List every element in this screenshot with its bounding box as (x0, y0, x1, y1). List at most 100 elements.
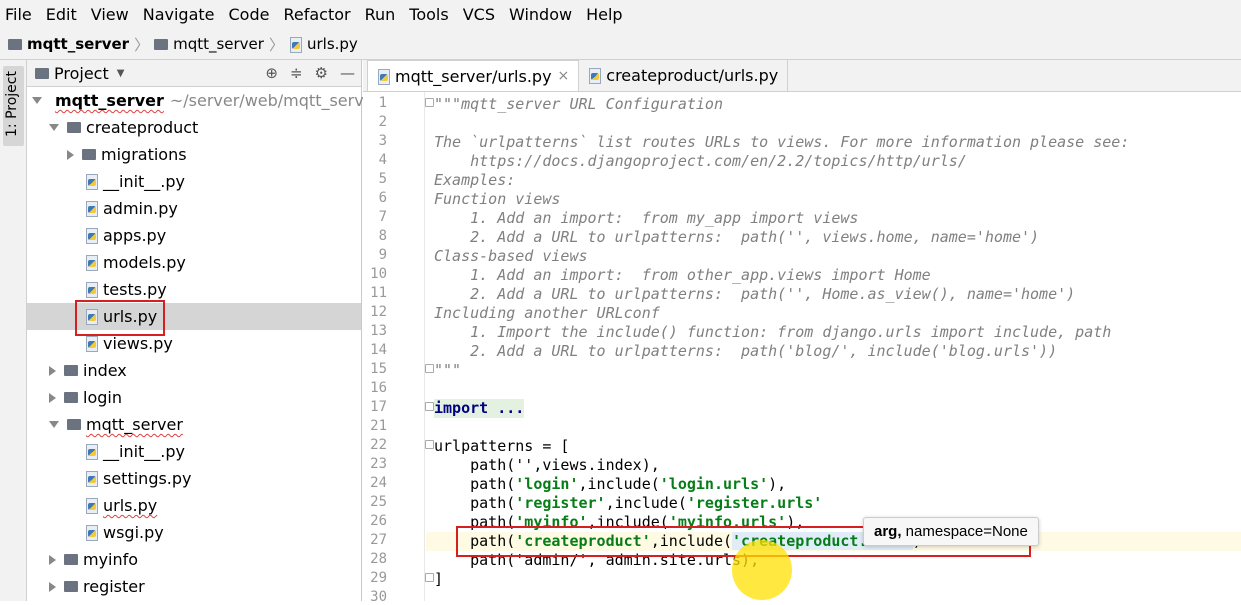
project-tool-tab[interactable]: 1: Project (3, 66, 24, 146)
line-number: 6 (378, 190, 387, 206)
menu-window[interactable]: Window (509, 5, 572, 24)
code-line: path('',views.index), (434, 456, 660, 474)
code-line: Class-based views (434, 247, 588, 265)
fold-icon[interactable] (425, 440, 434, 449)
tree-folder-register[interactable]: register (27, 573, 361, 600)
tree-file[interactable]: __init__.py (27, 438, 361, 465)
expand-arrow-icon[interactable] (49, 421, 59, 428)
python-file-icon (85, 255, 98, 271)
collapse-arrow-icon[interactable] (49, 365, 56, 376)
code-line: """mqtt_server URL Configuration (434, 95, 723, 113)
line-number: 17 (370, 399, 387, 415)
line-number: 5 (378, 171, 387, 187)
menu-refactor[interactable]: Refactor (283, 5, 350, 24)
collapse-arrow-icon[interactable] (49, 392, 56, 403)
line-number: 28 (370, 551, 387, 567)
minimize-icon[interactable]: — (340, 64, 355, 82)
line-number: 14 (370, 342, 387, 358)
locate-icon[interactable]: ⊕ (265, 64, 278, 82)
code-line: Function views (434, 190, 561, 208)
menu-tools[interactable]: Tools (409, 5, 448, 24)
collapse-arrow-icon[interactable] (49, 554, 56, 565)
python-file-icon (85, 498, 98, 514)
tree-root[interactable]: mqtt_server ~/server/web/mqtt_server (27, 87, 380, 114)
menu-code[interactable]: Code (229, 5, 270, 24)
tree-folder-index[interactable]: index (27, 357, 361, 384)
collapse-arrow-icon[interactable] (67, 149, 74, 160)
project-tree: mqtt_server ~/server/web/mqtt_server crea… (27, 87, 380, 600)
menu-edit[interactable]: Edit (46, 5, 77, 24)
code-line: ] (434, 570, 444, 588)
code-line: path('register',include('register.urls' (434, 494, 823, 512)
code-area[interactable]: 1 2 3 4 5 6 7 8 9 10 11 12 13 14 15 16 1… (363, 92, 1241, 605)
tab-mqtt-server-urls[interactable]: mqtt_server/urls.py × (367, 60, 580, 91)
python-file-icon (85, 336, 98, 352)
tab-createproduct-urls[interactable]: createproduct/urls.py (579, 60, 789, 91)
line-number: 26 (370, 513, 387, 529)
code-line: Examples: (434, 171, 516, 189)
python-file-icon (85, 228, 98, 244)
menu-view[interactable]: View (91, 5, 129, 24)
menu-navigate[interactable]: Navigate (143, 5, 215, 24)
menu-run[interactable]: Run (365, 5, 396, 24)
python-file-icon (85, 471, 98, 487)
breadcrumb-file[interactable]: urls.py (289, 35, 358, 53)
tree-file[interactable]: apps.py (27, 222, 361, 249)
code-line: Including another URLconf (434, 304, 660, 322)
code-line: 1. Add an import: from other_app.views i… (434, 266, 931, 284)
close-icon[interactable]: × (558, 68, 570, 84)
line-number: 2 (378, 114, 387, 130)
menu-help[interactable]: Help (586, 5, 622, 24)
line-number: 8 (378, 228, 387, 244)
tree-file[interactable]: wsgi.py (27, 519, 361, 546)
tree-folder-myinfo[interactable]: myinfo (27, 546, 361, 573)
python-file-icon (85, 444, 98, 460)
line-number: 11 (370, 285, 387, 301)
tree-folder-login[interactable]: login (27, 384, 361, 411)
python-file-icon (85, 201, 98, 217)
menu-vcs[interactable]: VCS (463, 5, 495, 24)
line-number: 22 (370, 437, 387, 453)
editor: mqtt_server/urls.py × createproduct/urls.… (363, 60, 1241, 605)
expand-arrow-icon[interactable] (32, 97, 42, 104)
tree-file[interactable]: models.py (27, 249, 361, 276)
line-number: 12 (370, 304, 387, 320)
line-number: 10 (370, 266, 387, 282)
chevron-down-icon[interactable]: ▼ (117, 68, 125, 79)
gear-icon[interactable]: ⚙ (315, 64, 328, 82)
fold-icon[interactable] (425, 98, 434, 107)
fold-icon[interactable] (425, 402, 434, 411)
expand-arrow-icon[interactable] (49, 124, 59, 131)
tree-file[interactable]: urls.py (27, 492, 361, 519)
tree-file[interactable]: settings.py (27, 465, 361, 492)
tree-file[interactable]: tests.py (27, 276, 361, 303)
tree-folder-migrations[interactable]: migrations (27, 141, 361, 168)
line-number: 9 (378, 247, 387, 263)
line-number: 29 (370, 570, 387, 586)
tree-file[interactable]: __init__.py (27, 168, 361, 195)
collapse-icon[interactable]: ≑ (290, 64, 303, 82)
folded-imports[interactable]: import ... (434, 399, 525, 418)
fold-icon[interactable] (425, 364, 434, 373)
tree-folder-mqtt-server[interactable]: mqtt_server (27, 411, 361, 438)
breadcrumb-module[interactable]: mqtt_server (154, 35, 264, 53)
folder-icon (64, 554, 78, 565)
mouse-cursor-highlight (732, 540, 792, 600)
code-line: The `urlpatterns` list routes URLs to vi… (434, 133, 1130, 151)
breadcrumb-project[interactable]: mqtt_server (8, 35, 129, 53)
code-line: """ (434, 361, 462, 379)
folder-icon (154, 38, 169, 50)
fold-icon[interactable] (425, 573, 434, 582)
line-number: 1 (378, 95, 387, 111)
tree-file[interactable]: admin.py (27, 195, 361, 222)
menu-file[interactable]: File (5, 5, 32, 24)
collapse-arrow-icon[interactable] (49, 581, 56, 592)
python-file-icon (85, 174, 98, 190)
tree-folder-createproduct[interactable]: createproduct (27, 114, 361, 141)
line-number: 15 (370, 361, 387, 377)
folder-icon (64, 365, 78, 376)
code-line: 2. Add a URL to urlpatterns: path('', vi… (434, 228, 1040, 246)
python-file-icon (289, 36, 302, 53)
line-number: 24 (370, 475, 387, 491)
project-panel-title[interactable]: Project (54, 64, 109, 83)
